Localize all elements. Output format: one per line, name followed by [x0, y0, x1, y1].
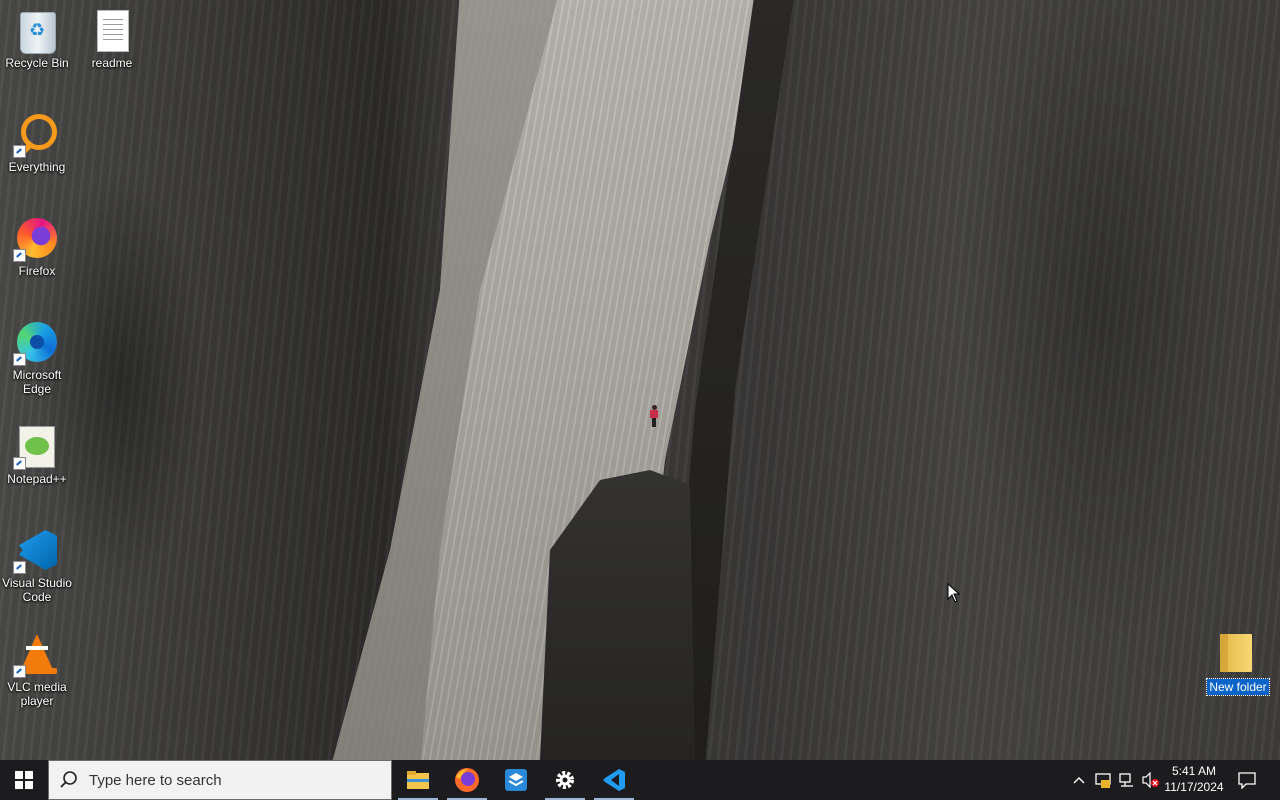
desktop-icon-label: Recycle Bin	[5, 56, 69, 70]
volume-muted-icon	[1142, 772, 1159, 788]
taskbar-search-box[interactable]: Type here to search	[48, 760, 392, 800]
desktop-icon-label: Notepad++	[7, 472, 67, 486]
taskbar-clock[interactable]: 5:41 AM 11/17/2024	[1160, 763, 1228, 795]
desktop-wallpaper	[0, 0, 1280, 760]
desktop-icon-label: Firefox	[18, 264, 56, 278]
desktop-icon-vlc[interactable]: VLC media player	[0, 630, 74, 708]
file-explorer-icon	[407, 771, 429, 789]
folder-icon	[1214, 630, 1262, 678]
tray-security[interactable]	[1092, 760, 1114, 800]
desktop-icon-notepadpp[interactable]: Notepad++	[0, 422, 74, 486]
desktop-icon-label: readme	[91, 56, 133, 70]
taskbar-firefox[interactable]	[443, 760, 491, 800]
security-icon	[1095, 773, 1111, 788]
notification-icon	[1238, 772, 1256, 789]
chevron-up-icon	[1073, 777, 1085, 784]
desktop-icon-recycle-bin[interactable]: Recycle Bin	[0, 6, 74, 70]
clock-date: 11/17/2024	[1164, 780, 1224, 794]
clock-time: 5:41 AM	[1171, 764, 1217, 778]
package-icon	[505, 769, 527, 791]
action-center-button[interactable]	[1232, 760, 1262, 800]
everything-search-icon	[13, 110, 61, 158]
recycle-bin-icon	[13, 6, 61, 54]
search-icon	[60, 771, 77, 788]
desktop-icon-label: Everything	[8, 160, 66, 174]
desktop-icon-readme[interactable]: readme	[75, 6, 149, 70]
edge-icon	[13, 318, 61, 366]
show-hidden-icons-button[interactable]	[1068, 760, 1090, 800]
desktop-icon-new-folder[interactable]: New folder	[1201, 630, 1275, 696]
taskbar-file-explorer[interactable]	[394, 760, 442, 800]
start-button[interactable]	[0, 760, 48, 800]
firefox-icon	[455, 768, 479, 792]
windows-logo-icon	[15, 771, 33, 789]
climber-figure	[650, 405, 658, 427]
desktop-icon-label: VLC media player	[7, 680, 67, 708]
desktop-icon-label: Visual Studio Code	[2, 576, 72, 604]
tray-network[interactable]	[1116, 760, 1138, 800]
taskbar-settings[interactable]	[541, 760, 589, 800]
desktop-icon-vscode[interactable]: Visual Studio Code	[0, 526, 74, 604]
notepadpp-icon	[13, 422, 61, 470]
desktop-icon-everything[interactable]: Everything	[0, 110, 74, 174]
text-document-icon	[88, 6, 136, 54]
desktop-icon-edge[interactable]: Microsoft Edge	[0, 318, 74, 396]
firefox-icon	[13, 214, 61, 262]
vscode-icon	[603, 769, 625, 791]
network-icon	[1119, 773, 1133, 787]
gear-icon	[556, 771, 574, 789]
vlc-icon	[13, 630, 61, 678]
search-placeholder: Type here to search	[89, 771, 222, 789]
desktop-icon-label-editing[interactable]: New folder	[1206, 678, 1270, 696]
taskbar: Type here to search 5:41 AM 11/17/2024	[0, 760, 1280, 800]
taskbar-app-installer[interactable]	[492, 760, 540, 800]
desktop-icon-firefox[interactable]: Firefox	[0, 214, 74, 278]
tray-volume[interactable]	[1140, 760, 1162, 800]
vscode-icon	[13, 526, 61, 574]
taskbar-vscode[interactable]	[590, 760, 638, 800]
desktop-icon-label: Microsoft Edge	[12, 368, 62, 396]
